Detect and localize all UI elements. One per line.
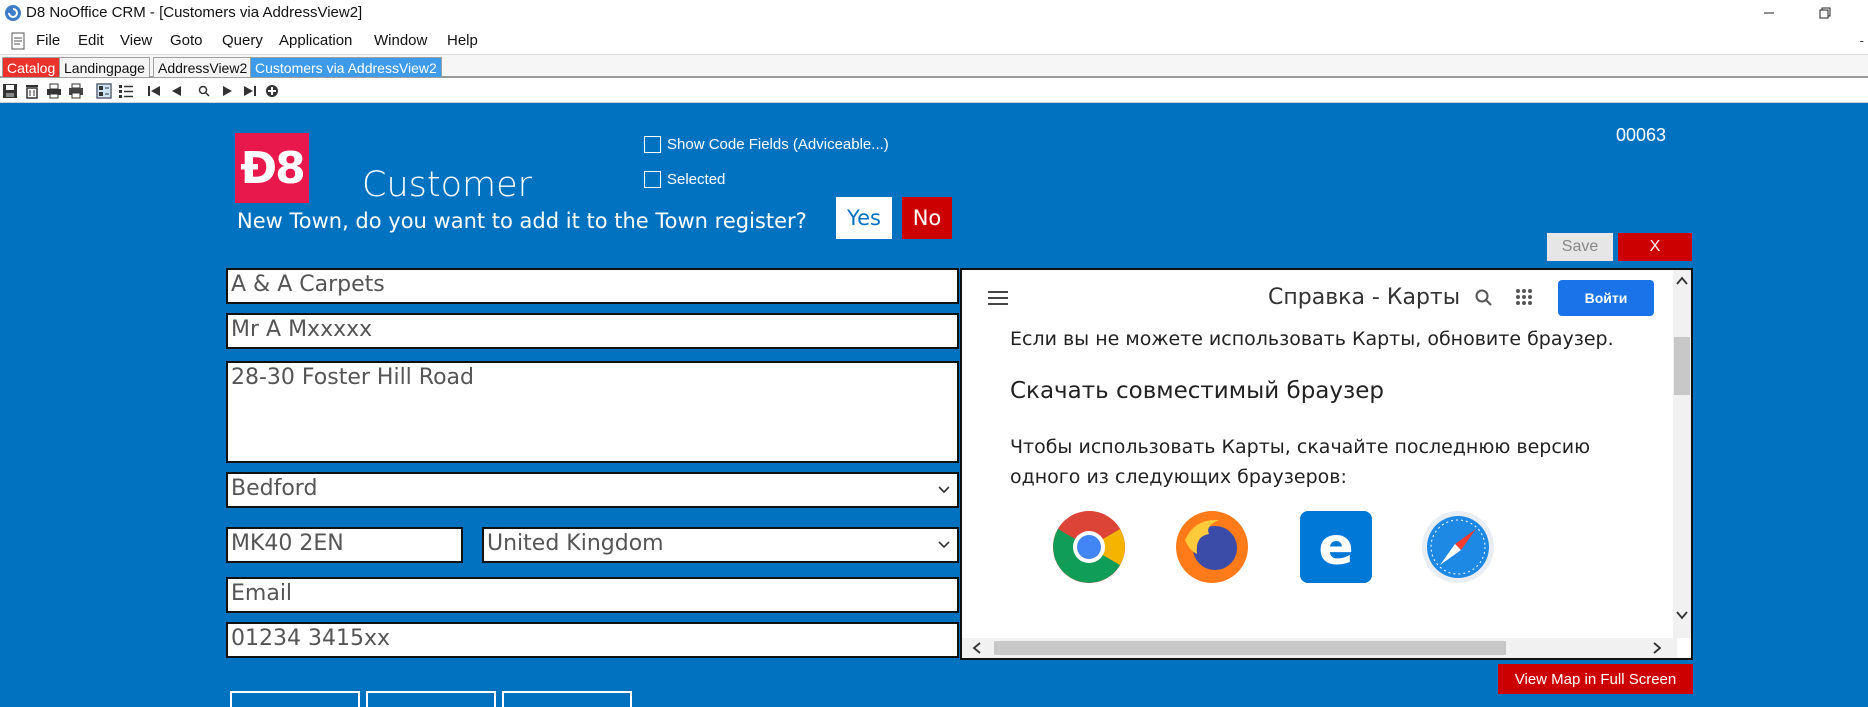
chevron-up-icon[interactable] (1676, 276, 1688, 286)
next-record-icon[interactable] (220, 83, 236, 99)
bottom-tab-2[interactable] (366, 691, 496, 707)
map-note: Если вы не можете использовать Карты, об… (1010, 328, 1614, 350)
town-value: Bedford (231, 476, 318, 501)
map-header: Справка - Карты Войти (962, 270, 1691, 326)
save-button[interactable]: Save (1547, 233, 1613, 261)
tab-customers-via-addressview2[interactable]: Customers via AddressView2 (250, 57, 442, 78)
view-map-full-screen-button[interactable]: View Map in Full Screen (1498, 664, 1693, 694)
delete-icon[interactable] (24, 83, 40, 99)
print-preview-icon[interactable] (46, 83, 62, 99)
town-select[interactable]: Bedford (226, 472, 959, 508)
restore-icon (1819, 7, 1831, 19)
show-code-fields-label: Show Code Fields (Adviceable...) (667, 136, 889, 153)
app-icon (5, 5, 21, 21)
toolbar (0, 79, 1868, 103)
d8-logo: Ð8 (235, 133, 309, 203)
mdi-minimize-button[interactable]: - (1860, 34, 1864, 48)
minimize-icon (1764, 12, 1774, 14)
new-town-prompt: New Town, do you want to add it to the T… (237, 209, 807, 233)
selected-checkbox[interactable] (644, 171, 661, 188)
logo-text: Ð8 (240, 142, 305, 194)
page-title: Customer (362, 165, 533, 205)
menu-view[interactable]: View (120, 32, 152, 49)
menu-goto[interactable]: Goto (170, 32, 203, 49)
print-icon[interactable] (68, 83, 84, 99)
previous-record-icon[interactable] (168, 83, 184, 99)
country-select[interactable]: United Kingdom (482, 527, 959, 563)
map-title: Справка - Карты (1268, 285, 1461, 310)
map-vertical-scrollbar[interactable] (1673, 270, 1691, 638)
bottom-tab-3[interactable] (502, 691, 632, 707)
chevron-right-icon[interactable] (1652, 642, 1662, 654)
customer-form: Ð8 Customer New Town, do you want to add… (0, 103, 1868, 707)
edge-icon[interactable]: e (1299, 510, 1373, 584)
bottom-tab-1[interactable] (230, 691, 360, 707)
company-field[interactable]: A & A Carpets (226, 268, 959, 304)
show-code-fields-checkbox[interactable] (644, 136, 661, 153)
postcode-field[interactable]: MK40 2EN (226, 527, 463, 563)
svg-text:e: e (1318, 517, 1353, 577)
tab-landingpage[interactable]: Landingpage (59, 57, 150, 78)
tab-bar: Catalog Landingpage AddressView2 Custome… (0, 54, 1868, 78)
selected-row: Selected (644, 171, 725, 188)
map-panel[interactable]: Справка - Карты Войти Если вы не можете … (960, 268, 1693, 660)
country-value: United Kingdom (487, 531, 664, 556)
address-field[interactable]: 28-30 Foster Hill Road (226, 361, 959, 463)
chevron-down-icon (938, 486, 950, 494)
map-horizontal-scrollbar[interactable] (962, 638, 1677, 658)
yes-button[interactable]: Yes (836, 197, 892, 239)
first-record-icon[interactable] (146, 83, 162, 99)
new-record-icon[interactable] (264, 83, 280, 99)
email-field[interactable]: Email (226, 577, 959, 613)
search-icon[interactable] (196, 83, 212, 99)
chevron-left-icon[interactable] (972, 642, 982, 654)
record-number: 00063 (1616, 125, 1667, 145)
list-view-icon[interactable] (118, 83, 134, 99)
restore-button[interactable] (1802, 0, 1848, 26)
show-code-fields-row: Show Code Fields (Adviceable...) (644, 136, 889, 153)
menu-file[interactable]: File (36, 32, 60, 49)
menu-edit[interactable]: Edit (78, 32, 104, 49)
menu-window[interactable]: Window (374, 32, 427, 49)
contact-field[interactable]: Mr A Mxxxxx (226, 313, 959, 349)
document-icon (11, 32, 25, 50)
minimize-button[interactable] (1746, 0, 1792, 26)
form-view-icon[interactable] (96, 83, 112, 99)
menu-query[interactable]: Query (222, 32, 263, 49)
sign-in-button[interactable]: Войти (1558, 280, 1654, 316)
selected-label: Selected (667, 171, 726, 188)
menu-bar: File Edit View Goto Query Application Wi… (0, 28, 1868, 54)
close-form-button[interactable]: X (1618, 233, 1692, 261)
title-bar: D8 NoOffice CRM - [Customers via Address… (0, 0, 1868, 26)
apps-grid-icon[interactable] (1515, 288, 1533, 306)
map-vertical-scroll-thumb[interactable] (1674, 337, 1690, 395)
last-record-icon[interactable] (242, 83, 258, 99)
safari-icon[interactable] (1421, 510, 1495, 584)
firefox-icon[interactable] (1175, 510, 1249, 584)
tab-addressview2[interactable]: AddressView2 (153, 57, 253, 78)
phone-field[interactable]: 01234 3415xx (226, 622, 959, 658)
hamburger-menu-icon[interactable] (988, 290, 1008, 306)
window-title: D8 NoOffice CRM - [Customers via Address… (26, 4, 363, 21)
map-horizontal-scroll-thumb[interactable] (994, 641, 1506, 655)
chevron-down-icon[interactable] (1676, 610, 1688, 620)
chrome-icon[interactable] (1052, 510, 1126, 584)
search-icon[interactable] (1474, 288, 1494, 308)
chevron-down-icon (938, 541, 950, 549)
menu-help[interactable]: Help (447, 32, 478, 49)
tab-catalog[interactable]: Catalog (2, 57, 61, 78)
save-icon[interactable] (2, 83, 18, 99)
no-button[interactable]: No (902, 197, 952, 239)
map-heading: Скачать совместимый браузер (1010, 378, 1384, 404)
map-paragraph: Чтобы использовать Карты, скачайте после… (1010, 436, 1591, 488)
menu-application[interactable]: Application (279, 32, 352, 49)
